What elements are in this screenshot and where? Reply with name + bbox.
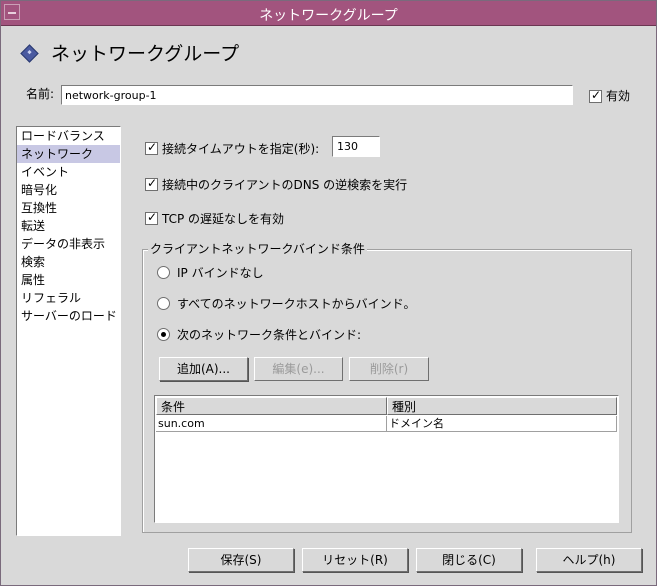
timeout-input[interactable]: 130 — [332, 136, 380, 157]
window-title: ネットワークグループ — [259, 8, 398, 24]
check-icon: ✓ — [147, 210, 158, 224]
conditions-table: 条件 種別 sun.com ドメイン名 — [154, 395, 619, 523]
radio-no-ip-bind[interactable] — [157, 266, 170, 279]
nav-item-server-load[interactable]: サーバーのロード — [17, 307, 120, 325]
nav-item-encryption[interactable]: 暗号化 — [17, 181, 120, 199]
add-button[interactable]: 追加(A)... — [159, 357, 248, 381]
page-title: ネットワークグループ — [51, 43, 240, 65]
nav-item-attributes[interactable]: 属性 — [17, 271, 120, 289]
enabled-label: 有効 — [606, 89, 631, 103]
save-button[interactable]: 保存(S) — [188, 548, 294, 572]
radio-dot-icon — [161, 332, 166, 337]
radio-bind-all-hosts[interactable] — [157, 297, 170, 310]
edit-button[interactable]: 編集(e)... — [254, 357, 343, 381]
close-button[interactable]: 閉じる(C) — [416, 548, 522, 572]
column-header-type[interactable]: 種別 — [387, 397, 617, 415]
table-cell-condition[interactable]: sun.com — [156, 416, 387, 432]
nav-item-search[interactable]: 検索 — [17, 253, 120, 271]
category-list: ロードバランス ネットワーク イベント 暗号化 互換性 転送 データの非表示 検… — [16, 126, 121, 536]
timeout-checkbox[interactable]: ✓ — [145, 140, 158, 155]
help-button[interactable]: ヘルプ(h) — [536, 548, 642, 572]
radio-bind-conditions-label: 次のネットワーク条件とバインド: — [177, 328, 362, 342]
dns-checkbox[interactable]: ✓ — [145, 176, 158, 191]
nav-item-network[interactable]: ネットワーク — [17, 145, 120, 163]
dns-label: 接続中のクライアントのDNS の逆検索を実行 — [162, 178, 408, 192]
reset-button[interactable]: リセット(R) — [302, 548, 408, 572]
radio-bind-all-hosts-label: すべてのネットワークホストからバインド。 — [177, 297, 416, 311]
table-cell-type[interactable]: ドメイン名 — [387, 416, 617, 432]
timeout-label: 接続タイムアウトを指定(秒): — [162, 142, 320, 156]
name-label: 名前: — [26, 87, 55, 101]
network-group-icon — [20, 44, 39, 63]
tcp-label: TCP の遅延なしを有効 — [162, 212, 285, 226]
name-input[interactable]: network-group-1 — [61, 85, 573, 105]
check-icon: ✓ — [147, 140, 158, 154]
nav-item-compatibility[interactable]: 互換性 — [17, 199, 120, 217]
nav-item-data-hiding[interactable]: データの非表示 — [17, 235, 120, 253]
nav-item-forwarding[interactable]: 転送 — [17, 217, 120, 235]
nav-item-load-balance[interactable]: ロードバランス — [17, 127, 120, 145]
column-header-condition[interactable]: 条件 — [156, 397, 387, 415]
check-icon: ✓ — [591, 88, 602, 102]
tcp-checkbox[interactable]: ✓ — [145, 210, 158, 225]
delete-button[interactable]: 削除(r) — [349, 357, 429, 381]
nav-item-referral[interactable]: リフェラル — [17, 289, 120, 307]
radio-no-ip-bind-label: IP バインドなし — [177, 266, 264, 280]
check-icon: ✓ — [147, 176, 158, 190]
nav-item-event[interactable]: イベント — [17, 163, 120, 181]
bind-conditions-title: クライアントネットワークバインド条件 — [148, 240, 367, 257]
radio-bind-conditions[interactable] — [157, 328, 170, 341]
title-bar[interactable]: ネットワークグループ — [1, 1, 656, 26]
network-group-window: ネットワークグループ ネットワークグループ 名前: network-group-… — [0, 0, 657, 586]
enabled-checkbox[interactable]: ✓ — [589, 88, 602, 103]
